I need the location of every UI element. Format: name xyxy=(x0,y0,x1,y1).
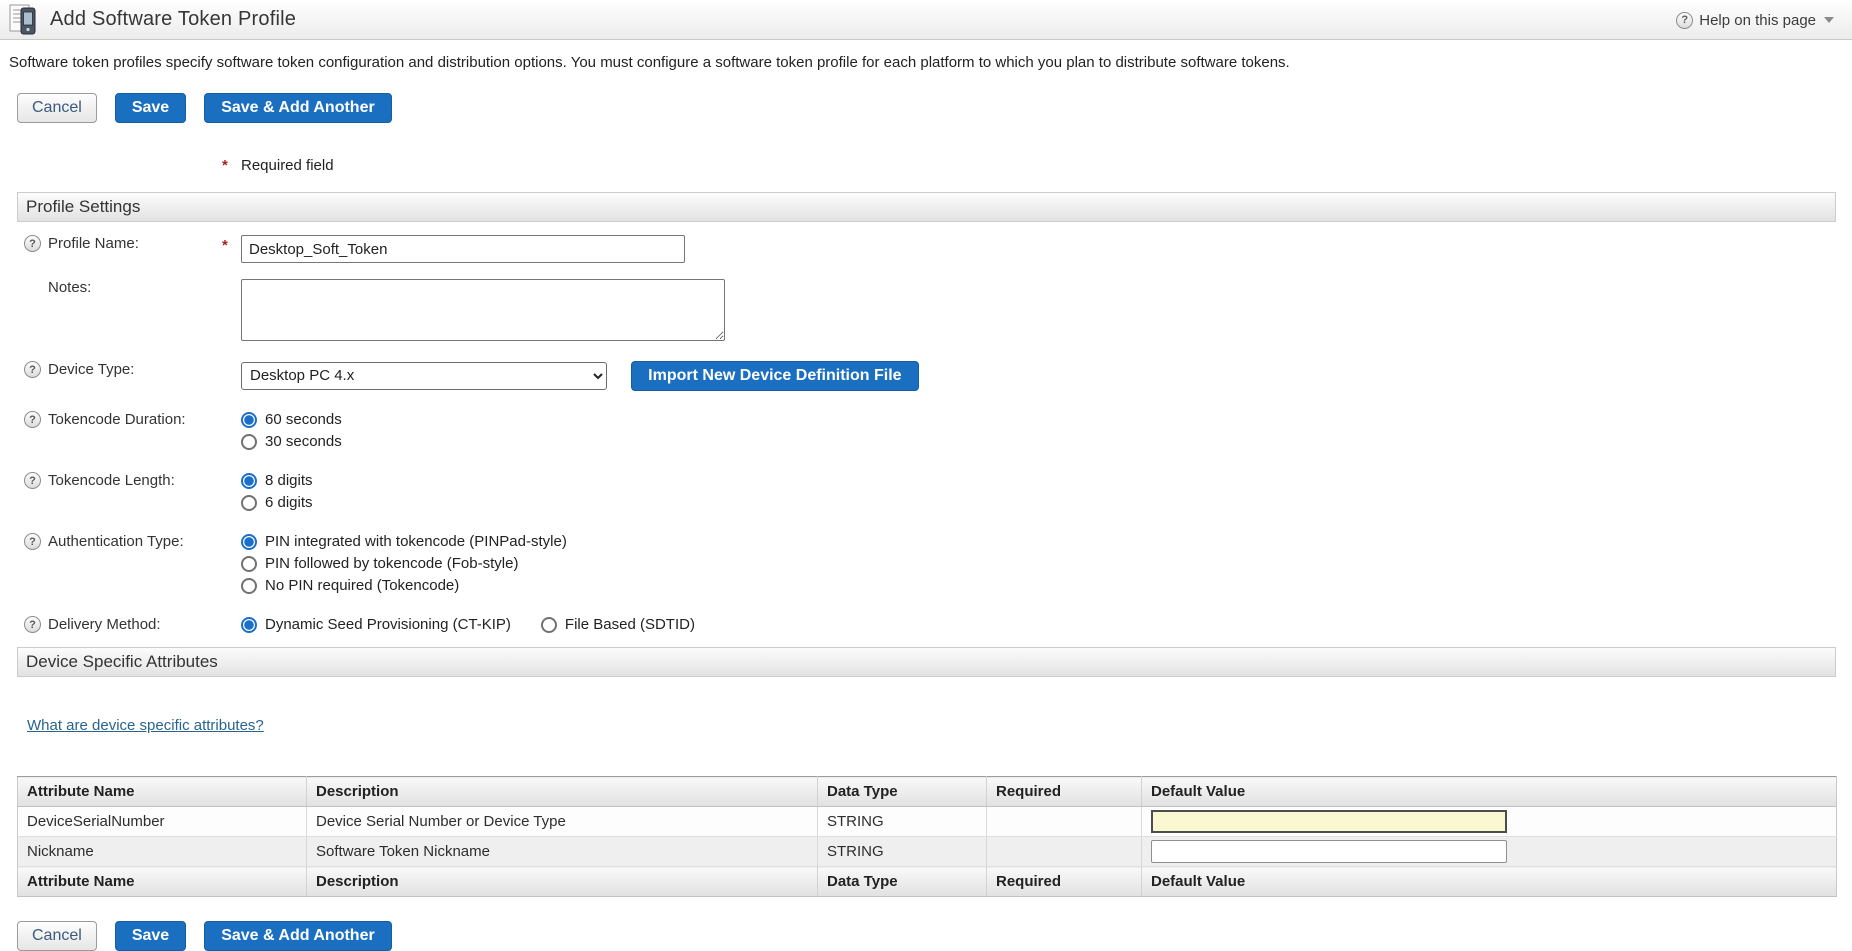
section-header-device-specific-attributes: Device Specific Attributes xyxy=(17,647,1836,677)
default-value-input-nickname[interactable] xyxy=(1151,840,1507,863)
authentication-type-label: Authentication Type: xyxy=(48,533,184,550)
radio-file-based[interactable]: File Based (SDTID) xyxy=(540,616,695,633)
radio-8-digits[interactable]: 8 digits xyxy=(241,472,1852,489)
field-help-icon[interactable]: ? xyxy=(24,361,41,378)
radio-pin-followed[interactable]: PIN followed by tokencode (Fob-style) xyxy=(241,555,1852,572)
software-token-profile-icon xyxy=(9,4,36,34)
required-asterisk: * xyxy=(222,157,228,174)
radio-6-digits[interactable]: 6 digits xyxy=(241,494,1852,511)
attribute-name-cell: DeviceSerialNumber xyxy=(17,806,307,837)
attribute-description-cell: Software Token Nickname xyxy=(306,836,818,867)
cancel-button[interactable]: Cancel xyxy=(17,93,97,123)
import-device-definition-button[interactable]: Import New Device Definition File xyxy=(631,361,919,391)
radio-dynamic-seed-provisioning[interactable]: Dynamic Seed Provisioning (CT-KIP) xyxy=(241,616,511,633)
help-on-this-page-menu[interactable]: ? Help on this page xyxy=(1676,0,1834,40)
cancel-button[interactable]: Cancel xyxy=(17,921,97,951)
profile-name-label: Profile Name: xyxy=(48,235,139,252)
notes-row: Notes: xyxy=(0,279,1852,345)
column-header-required: Required xyxy=(986,866,1142,897)
notes-label: Notes: xyxy=(48,279,92,296)
column-header-description: Description xyxy=(306,866,818,897)
tokencode-duration-label: Tokencode Duration: xyxy=(48,411,186,428)
radio-unselected-icon xyxy=(241,577,257,594)
delivery-method-label: Delivery Method: xyxy=(48,616,161,633)
default-value-input-deviceserialnumber[interactable] xyxy=(1151,810,1507,833)
table-row: DeviceSerialNumber Device Serial Number … xyxy=(17,806,1837,837)
radio-60-seconds[interactable]: 60 seconds xyxy=(241,411,1852,428)
column-header-required: Required xyxy=(986,776,1142,807)
attribute-required-cell xyxy=(986,806,1142,837)
save-add-another-button[interactable]: Save & Add Another xyxy=(204,93,392,123)
authentication-type-row: ? Authentication Type: PIN integrated wi… xyxy=(0,533,1852,594)
column-header-description: Description xyxy=(306,776,818,807)
profile-name-input[interactable] xyxy=(241,235,685,263)
radio-pin-integrated[interactable]: PIN integrated with tokencode (PINPad-st… xyxy=(241,533,1852,550)
help-icon: ? xyxy=(1676,11,1694,29)
page-description: Software token profiles specify software… xyxy=(9,54,1290,71)
radio-unselected-icon xyxy=(241,433,257,450)
required-asterisk: * xyxy=(222,237,228,254)
device-type-select[interactable]: Desktop PC 4.x xyxy=(241,361,607,390)
notes-textarea[interactable] xyxy=(241,279,725,341)
save-button[interactable]: Save xyxy=(114,93,187,123)
table-row: Nickname Software Token Nickname STRING xyxy=(17,836,1837,867)
radio-30-seconds[interactable]: 30 seconds xyxy=(241,433,1852,450)
attribute-required-cell xyxy=(986,836,1142,867)
attributes-table: Attribute Name Description Data Type Req… xyxy=(17,776,1837,897)
radio-unselected-icon xyxy=(540,616,557,633)
profile-name-row: ? Profile Name: * xyxy=(0,235,1852,263)
attribute-description-cell: Device Serial Number or Device Type xyxy=(306,806,818,837)
radio-selected-icon xyxy=(241,616,257,633)
radio-selected-icon xyxy=(241,533,257,550)
save-add-another-button[interactable]: Save & Add Another xyxy=(204,921,392,951)
column-header-data-type: Data Type xyxy=(817,776,987,807)
device-type-label: Device Type: xyxy=(48,361,135,378)
bottom-button-row: Cancel Save Save & Add Another xyxy=(17,921,1852,951)
field-help-icon[interactable]: ? xyxy=(24,235,41,252)
column-header-attribute-name: Attribute Name xyxy=(17,776,307,807)
tokencode-length-row: ? Tokencode Length: 8 digits 6 digits xyxy=(0,472,1852,511)
device-type-row: ? Device Type: Desktop PC 4.x Import New… xyxy=(0,361,1852,391)
radio-selected-icon xyxy=(241,472,257,489)
field-help-icon[interactable]: ? xyxy=(24,472,41,489)
required-field-note: * Required field xyxy=(222,157,334,174)
field-help-icon[interactable]: ? xyxy=(24,616,41,633)
column-header-attribute-name: Attribute Name xyxy=(17,866,307,897)
column-header-default-value: Default Value xyxy=(1141,776,1837,807)
radio-unselected-icon xyxy=(241,555,257,572)
field-help-icon[interactable]: ? xyxy=(24,411,41,428)
save-button[interactable]: Save xyxy=(114,921,187,951)
radio-unselected-icon xyxy=(241,494,257,511)
top-button-row: Cancel Save Save & Add Another xyxy=(17,93,1852,123)
tokencode-length-label: Tokencode Length: xyxy=(48,472,175,489)
attribute-name-cell: Nickname xyxy=(17,836,307,867)
page-title: Add Software Token Profile xyxy=(50,8,297,30)
device-specific-attributes-link[interactable]: What are device specific attributes? xyxy=(27,717,264,734)
radio-selected-icon xyxy=(241,411,257,428)
table-footer-header-row: Attribute Name Description Data Type Req… xyxy=(17,866,1837,897)
column-header-data-type: Data Type xyxy=(817,866,987,897)
section-header-profile-settings: Profile Settings xyxy=(17,192,1836,222)
attribute-data-type-cell: STRING xyxy=(817,806,987,837)
column-header-default-value: Default Value xyxy=(1141,866,1837,897)
delivery-method-row: ? Delivery Method: Dynamic Seed Provisio… xyxy=(0,616,1852,633)
field-help-icon[interactable]: ? xyxy=(24,533,41,550)
chevron-down-icon xyxy=(1824,17,1834,23)
attribute-data-type-cell: STRING xyxy=(817,836,987,867)
radio-no-pin[interactable]: No PIN required (Tokencode) xyxy=(241,577,1852,594)
title-bar: Add Software Token Profile ? Help on thi… xyxy=(0,0,1852,40)
help-link-label: Help on this page xyxy=(1699,11,1816,29)
tokencode-duration-row: ? Tokencode Duration: 60 seconds 30 seco… xyxy=(0,411,1852,450)
table-header-row: Attribute Name Description Data Type Req… xyxy=(17,776,1837,807)
